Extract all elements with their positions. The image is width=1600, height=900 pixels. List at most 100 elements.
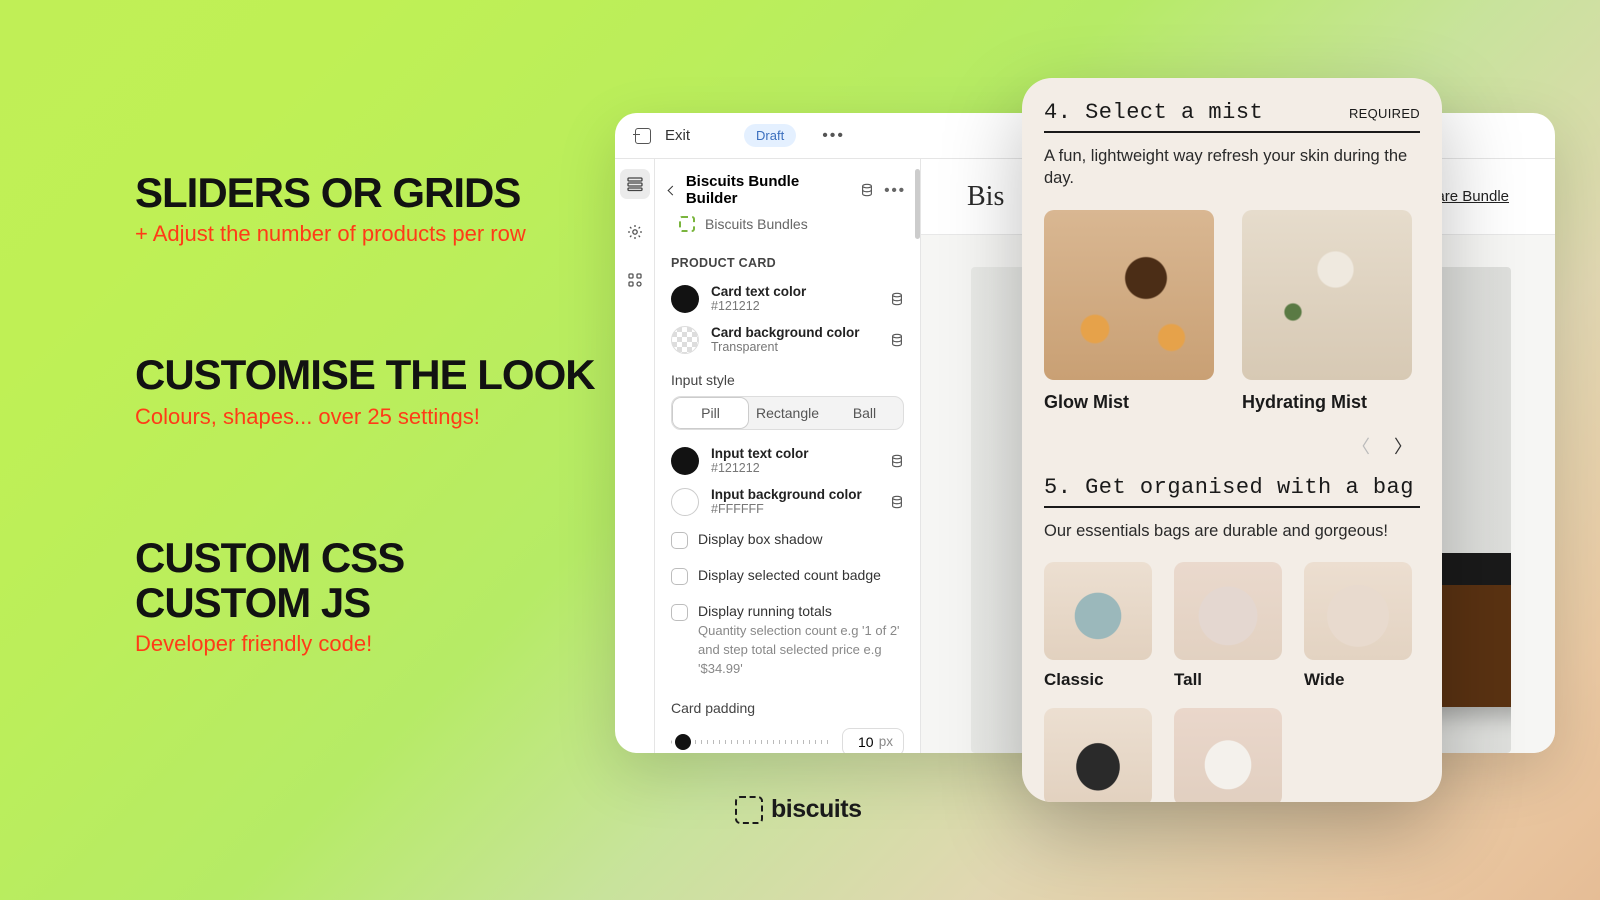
database-icon[interactable] (890, 495, 904, 509)
checkbox-icon[interactable] (671, 568, 688, 585)
step-5-header: 5. Get organised with a bag (1044, 475, 1420, 508)
padding-input-wrap[interactable]: px (842, 728, 904, 753)
checkbox-label: Display running totals (698, 603, 904, 619)
input-text-color[interactable]: Input text color #121212 (655, 440, 920, 481)
mini-rail (615, 159, 655, 753)
bag-grid: Classic Tall Wide (1044, 562, 1420, 690)
step-5-title: Get organised with a bag (1085, 475, 1414, 500)
input-style-segmented: Pill Rectangle Ball (671, 396, 904, 430)
product-image (1044, 562, 1152, 660)
more-menu-icon[interactable]: ••• (822, 127, 845, 145)
product-image (1242, 210, 1412, 380)
field-value: Transparent (711, 340, 878, 354)
input-style-label: Input style (655, 360, 920, 396)
field-value: #121212 (711, 461, 878, 475)
breadcrumb-label: Biscuits Bundle Builder (686, 173, 850, 207)
step-4-header: 4. Select a mist REQUIRED (1044, 100, 1420, 133)
headline-1-sub: + Adjust the number of products per row (135, 221, 595, 247)
segment-rectangle[interactable]: Rectangle (749, 397, 826, 429)
step-5-num: 5. (1044, 475, 1071, 500)
swatch-icon (671, 285, 699, 313)
field-name: Card background color (711, 325, 878, 340)
database-icon[interactable] (890, 292, 904, 306)
breadcrumb[interactable]: Biscuits Bundle Builder ••• (655, 171, 920, 209)
swatch-icon (671, 447, 699, 475)
database-icon[interactable] (890, 333, 904, 347)
database-icon[interactable] (890, 454, 904, 468)
swatch-icon (671, 326, 699, 354)
field-value: #FFFFFF (711, 502, 878, 516)
rail-apps-icon[interactable] (620, 265, 650, 295)
product-image (1304, 562, 1412, 660)
field-name: Input background color (711, 487, 878, 502)
headline-1-title: SLIDERS OR GRIDS (135, 170, 595, 215)
product-label: Glow Mist (1044, 392, 1214, 413)
headline-1: SLIDERS OR GRIDS + Adjust the number of … (135, 170, 595, 247)
product-label: Wide (1304, 670, 1412, 690)
required-badge: REQUIRED (1349, 106, 1420, 121)
settings-sidebar: Biscuits Bundle Builder ••• Biscuits Bun… (655, 159, 921, 753)
exit-icon[interactable] (635, 128, 651, 144)
card-padding-label: Card padding (655, 688, 920, 724)
brandmark: biscuits (735, 795, 861, 824)
chevron-left-icon[interactable]: 〈 (1352, 433, 1370, 459)
bag-grid-row2 (1044, 708, 1420, 802)
card-text-color[interactable]: Card text color #121212 (655, 278, 920, 319)
product-bag-extra-1[interactable] (1044, 708, 1152, 802)
padding-unit: px (879, 734, 893, 749)
step-4-num: 4. (1044, 100, 1071, 125)
checkbox-icon[interactable] (671, 532, 688, 549)
app-row[interactable]: Biscuits Bundles (655, 209, 920, 240)
slider-thumb-icon[interactable] (675, 734, 691, 750)
checkbox-count-badge[interactable]: Display selected count badge (655, 558, 920, 594)
product-image (1174, 562, 1282, 660)
product-bag-extra-2[interactable] (1174, 708, 1282, 802)
step-5-blurb: Our essentials bags are durable and gorg… (1044, 520, 1420, 542)
card-bg-color[interactable]: Card background color Transparent (655, 319, 920, 360)
rail-settings-icon[interactable] (620, 217, 650, 247)
rail-sections-icon[interactable] (620, 169, 650, 199)
product-wide-bag[interactable]: Wide (1304, 562, 1412, 690)
brand-name: biscuits (771, 795, 861, 824)
product-tall-bag[interactable]: Tall (1174, 562, 1282, 690)
checkbox-box-shadow[interactable]: Display box shadow (655, 522, 920, 558)
database-icon[interactable] (860, 183, 874, 197)
checkbox-label: Display selected count badge (698, 567, 881, 583)
store-brand: Bis (967, 181, 1004, 213)
app-logo-icon (679, 216, 695, 232)
product-classic-bag[interactable]: Classic (1044, 562, 1152, 690)
product-image (1044, 708, 1152, 802)
checkbox-running-totals[interactable]: Display running totals Quantity selectio… (655, 594, 920, 688)
product-image (1174, 708, 1282, 802)
product-glow-mist[interactable]: Glow Mist (1044, 210, 1214, 413)
field-name: Card text color (711, 284, 878, 299)
segment-ball[interactable]: Ball (826, 397, 903, 429)
mobile-preview: 4. Select a mist REQUIRED A fun, lightwe… (1022, 78, 1442, 802)
segment-pill[interactable]: Pill (672, 397, 749, 429)
swatch-icon (671, 488, 699, 516)
checkbox-icon[interactable] (671, 604, 688, 621)
product-hydrating-mist[interactable]: Hydrating Mist (1242, 210, 1412, 413)
headline-2: CUSTOMISE THE LOOK Colours, shapes... ov… (135, 352, 595, 429)
mist-grid: Glow Mist Hydrating Mist (1044, 210, 1420, 413)
product-label: Hydrating Mist (1242, 392, 1412, 413)
headline-3-sub: Developer friendly code! (135, 631, 595, 657)
product-image (1044, 210, 1214, 380)
input-bg-color[interactable]: Input background color #FFFFFF (655, 481, 920, 522)
chevron-left-icon[interactable] (668, 185, 678, 195)
app-name: Biscuits Bundles (705, 216, 808, 232)
padding-input[interactable] (853, 734, 879, 750)
field-name: Input text color (711, 446, 878, 461)
headline-2-title: CUSTOMISE THE LOOK (135, 352, 595, 397)
card-padding-slider-row: px (655, 724, 920, 753)
headline-3-title: CUSTOM CSS CUSTOM JS (135, 535, 595, 626)
chevron-right-icon[interactable]: 〉 (1394, 433, 1412, 459)
checkbox-label: Display box shadow (698, 531, 823, 547)
draft-badge: Draft (744, 124, 796, 147)
more-icon[interactable]: ••• (884, 182, 906, 199)
headline-2-sub: Colours, shapes... over 25 settings! (135, 404, 595, 430)
exit-button[interactable]: Exit (665, 127, 690, 144)
product-label: Tall (1174, 670, 1282, 690)
headline-3: CUSTOM CSS CUSTOM JS Developer friendly … (135, 535, 595, 658)
padding-slider[interactable] (671, 740, 830, 744)
